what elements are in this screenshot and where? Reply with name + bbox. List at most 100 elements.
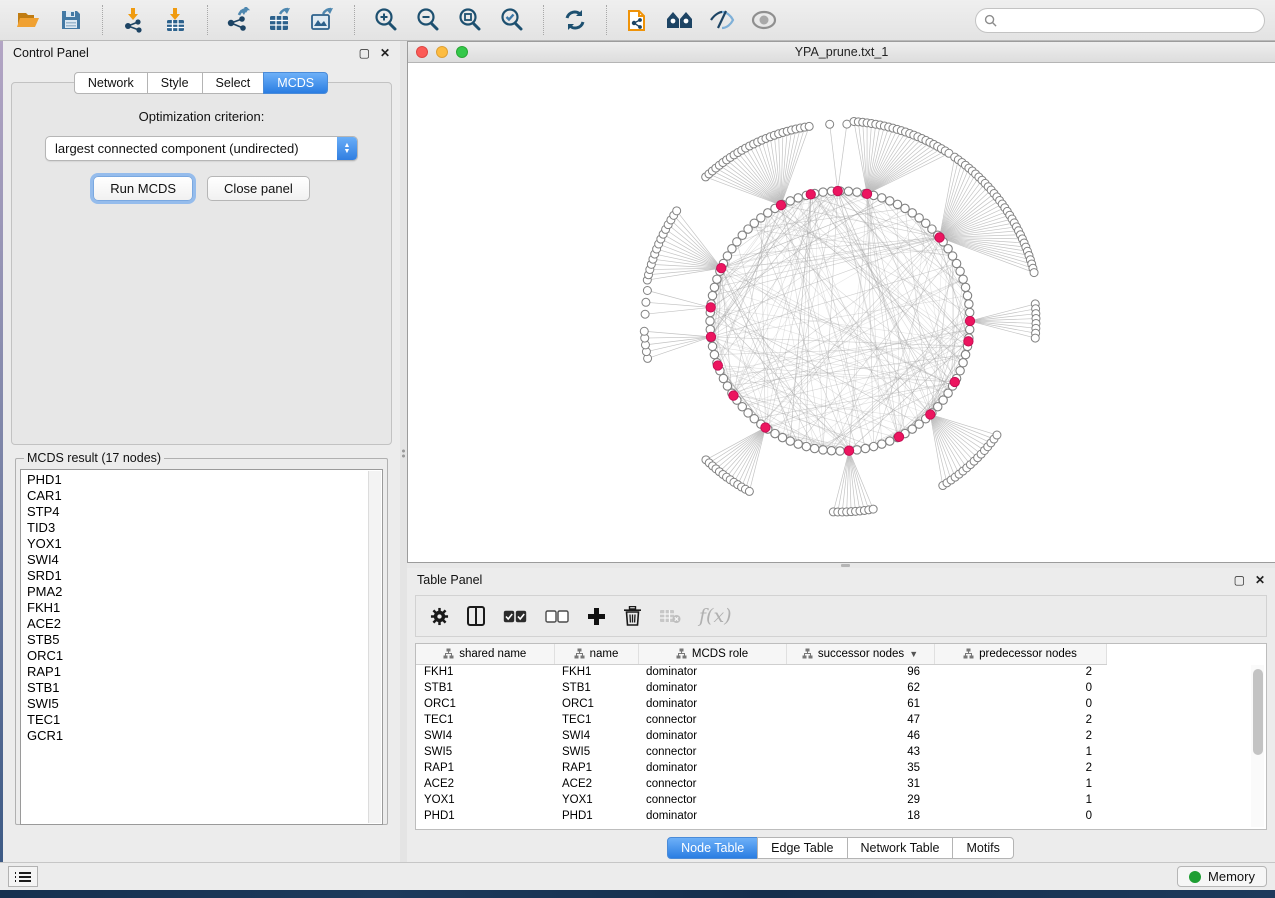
- zoom-in-icon[interactable]: [367, 4, 405, 36]
- table-row[interactable]: RAP1RAP1dominator352: [416, 760, 1106, 776]
- table-cell[interactable]: connector: [638, 744, 786, 760]
- table-cell[interactable]: PHD1: [416, 808, 554, 824]
- table-cell[interactable]: connector: [638, 776, 786, 792]
- tab-motifs[interactable]: Motifs: [952, 837, 1013, 859]
- memory-button[interactable]: Memory: [1177, 866, 1267, 887]
- column-header-successor-nodes[interactable]: successor nodes▼: [786, 644, 934, 664]
- table-cell[interactable]: 1: [934, 744, 1106, 760]
- table-cell[interactable]: 0: [934, 808, 1106, 824]
- mcds-result-item[interactable]: TID3: [27, 520, 382, 536]
- table-cell[interactable]: 0: [934, 680, 1106, 696]
- tab-network[interactable]: Network: [74, 72, 148, 94]
- export-image-icon[interactable]: [304, 4, 342, 36]
- select-all-icon[interactable]: [503, 610, 527, 623]
- show-all-icon[interactable]: [745, 4, 783, 36]
- mcds-result-item[interactable]: STP4: [27, 504, 382, 520]
- table-row[interactable]: ACE2ACE2connector311: [416, 776, 1106, 792]
- table-cell[interactable]: 2: [934, 664, 1106, 680]
- table-cell[interactable]: SWI4: [554, 728, 638, 744]
- mcds-result-item[interactable]: PMA2: [27, 584, 382, 600]
- mcds-result-item[interactable]: RAP1: [27, 664, 382, 680]
- table-row[interactable]: STB1STB1dominator620: [416, 680, 1106, 696]
- table-cell[interactable]: STB1: [416, 680, 554, 696]
- table-cell[interactable]: 43: [786, 744, 934, 760]
- mcds-result-item[interactable]: GCR1: [27, 728, 382, 744]
- table-row[interactable]: SWI4SWI4dominator462: [416, 728, 1106, 744]
- table-cell[interactable]: dominator: [638, 760, 786, 776]
- table-cell[interactable]: 47: [786, 712, 934, 728]
- close-panel-icon[interactable]: ✕: [380, 47, 390, 59]
- table-cell[interactable]: TEC1: [416, 712, 554, 728]
- table-scrollbar-thumb[interactable]: [1253, 669, 1263, 755]
- table-row[interactable]: TEC1TEC1connector472: [416, 712, 1106, 728]
- export-table-icon[interactable]: [262, 4, 300, 36]
- table-cell[interactable]: connector: [638, 792, 786, 808]
- mcds-result-item[interactable]: SRD1: [27, 568, 382, 584]
- table-cell[interactable]: dominator: [638, 680, 786, 696]
- column-header-predecessor-nodes[interactable]: predecessor nodes: [934, 644, 1106, 664]
- result-list-scrollbar[interactable]: [368, 471, 381, 823]
- table-cell[interactable]: 29: [786, 792, 934, 808]
- close-panel-button[interactable]: Close panel: [207, 176, 310, 201]
- hide-selected-icon[interactable]: [703, 4, 741, 36]
- table-cell[interactable]: FKH1: [416, 664, 554, 680]
- mcds-result-item[interactable]: ACE2: [27, 616, 382, 632]
- table-cell[interactable]: TEC1: [554, 712, 638, 728]
- export-network-icon[interactable]: [220, 4, 258, 36]
- zoom-out-icon[interactable]: [409, 4, 447, 36]
- table-cell[interactable]: 1: [934, 792, 1106, 808]
- table-cell[interactable]: 46: [786, 728, 934, 744]
- table-cell[interactable]: YOX1: [554, 792, 638, 808]
- column-header-MCDS-role[interactable]: MCDS role: [638, 644, 786, 664]
- mcds-result-item[interactable]: TEC1: [27, 712, 382, 728]
- mcds-result-item[interactable]: FKH1: [27, 600, 382, 616]
- table-cell[interactable]: 96: [786, 664, 934, 680]
- zoom-fit-icon[interactable]: [451, 4, 489, 36]
- mcds-result-item[interactable]: STB5: [27, 632, 382, 648]
- mcds-result-item[interactable]: YOX1: [27, 536, 382, 552]
- table-cell[interactable]: ORC1: [416, 696, 554, 712]
- mcds-result-item[interactable]: ORC1: [27, 648, 382, 664]
- tab-node-table[interactable]: Node Table: [667, 837, 758, 859]
- table-cell[interactable]: connector: [638, 712, 786, 728]
- mcds-result-item[interactable]: CAR1: [27, 488, 382, 504]
- table-cell[interactable]: 61: [786, 696, 934, 712]
- delete-column-icon[interactable]: [624, 606, 641, 626]
- table-cell[interactable]: ACE2: [416, 776, 554, 792]
- table-cell[interactable]: YOX1: [416, 792, 554, 808]
- tab-network-table[interactable]: Network Table: [847, 837, 954, 859]
- refresh-icon[interactable]: [556, 4, 594, 36]
- table-cell[interactable]: 62: [786, 680, 934, 696]
- import-network-icon[interactable]: [115, 4, 153, 36]
- first-neighbors-icon[interactable]: [661, 4, 699, 36]
- close-table-panel-icon[interactable]: ✕: [1255, 574, 1265, 586]
- criterion-dropdown[interactable]: largest connected component (undirected)…: [45, 136, 358, 161]
- table-cell[interactable]: dominator: [638, 696, 786, 712]
- table-cell[interactable]: SWI4: [416, 728, 554, 744]
- clear-selection-icon[interactable]: [545, 610, 569, 623]
- table-cell[interactable]: STB1: [554, 680, 638, 696]
- horizontal-splitter[interactable]: [407, 563, 1275, 568]
- table-cell[interactable]: 31: [786, 776, 934, 792]
- table-cell[interactable]: ORC1: [554, 696, 638, 712]
- network-window-titlebar[interactable]: YPA_prune.txt_1: [408, 42, 1275, 63]
- tab-select[interactable]: Select: [202, 72, 265, 94]
- tab-edge-table[interactable]: Edge Table: [757, 837, 847, 859]
- run-mcds-button[interactable]: Run MCDS: [93, 176, 193, 201]
- task-history-button[interactable]: [8, 866, 38, 887]
- open-file-icon[interactable]: [10, 4, 48, 36]
- search-input[interactable]: [1002, 13, 1256, 27]
- table-row[interactable]: ORC1ORC1dominator610: [416, 696, 1106, 712]
- table-scrollbar[interactable]: [1251, 665, 1264, 827]
- table-cell[interactable]: FKH1: [554, 664, 638, 680]
- network-graph[interactable]: [408, 63, 1274, 563]
- tab-mcds[interactable]: MCDS: [263, 72, 328, 94]
- table-cell[interactable]: RAP1: [554, 760, 638, 776]
- import-table-icon[interactable]: [157, 4, 195, 36]
- table-row[interactable]: YOX1YOX1connector291: [416, 792, 1106, 808]
- mcds-result-item[interactable]: PHD1: [27, 472, 382, 488]
- table-cell[interactable]: 1: [934, 776, 1106, 792]
- show-columns-icon[interactable]: [467, 606, 485, 626]
- node-table[interactable]: shared namenameMCDS rolesuccessor nodes▼…: [415, 643, 1267, 830]
- float-table-panel-icon[interactable]: ▢: [1234, 574, 1245, 586]
